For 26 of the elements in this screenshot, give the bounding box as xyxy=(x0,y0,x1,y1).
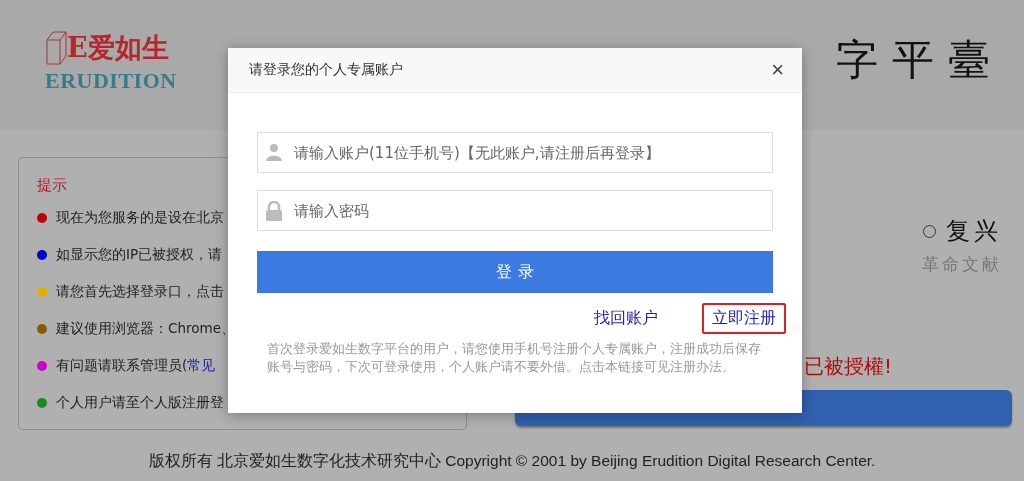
auth-notice: 已被授權! xyxy=(804,353,893,380)
tip-text: 请您首先选择登录口，点击 xyxy=(56,283,224,301)
logo-text: E爱如生 xyxy=(67,31,169,65)
password-field[interactable]: 请输入密码 xyxy=(257,190,773,231)
tip-text: 有问题请联系管理员(常见 xyxy=(56,357,216,375)
tip-text: 建议使用浏览器：Chrome、 xyxy=(56,320,235,338)
tip-text: 个人用户请至个人版注册登 xyxy=(56,394,224,412)
radio-label: 复兴 xyxy=(946,216,1002,247)
register-note: 首次登录爱如生数字平台的用户，请您使用手机号注册个人专属账户，注册成功后保存账号与密码，下次可登录使用，个人账户请不要外借。点击本链接可见注册办法。 xyxy=(267,340,762,376)
dialog-link[interactable]: 找回账户 xyxy=(584,303,668,334)
account-field[interactable]: 请输入账户(11位手机号)【无此账户,请注册后再登录】 xyxy=(257,132,773,173)
login-button[interactable]: 登 录 xyxy=(257,251,773,293)
cube-logo-icon xyxy=(45,30,67,66)
tips-title: 提示 xyxy=(37,176,68,195)
copyright-text: 版权所有 北京爱如生数字化技术研究中心 Copyright © 2001 by Beijing Erudition Digital Research Center. xyxy=(147,451,877,471)
help-link[interactable]: 常见 xyxy=(187,357,216,373)
tip-text: 现在为您服务的是设在北京 xyxy=(56,209,224,227)
logo-text: ERUDITION xyxy=(45,68,177,94)
close-button[interactable]: × xyxy=(771,59,784,81)
lock-icon xyxy=(265,201,283,221)
radio-sublabel: 革命文献 xyxy=(922,253,1002,276)
dialog-title: 请登录您的个人专属账户 xyxy=(249,61,403,79)
site-title: 字平臺 xyxy=(836,34,1004,86)
tip-text: 如显示您的IP已被授权，请 xyxy=(56,246,223,264)
dialog-link[interactable]: 立即注册 xyxy=(702,303,786,334)
user-icon xyxy=(265,143,283,161)
